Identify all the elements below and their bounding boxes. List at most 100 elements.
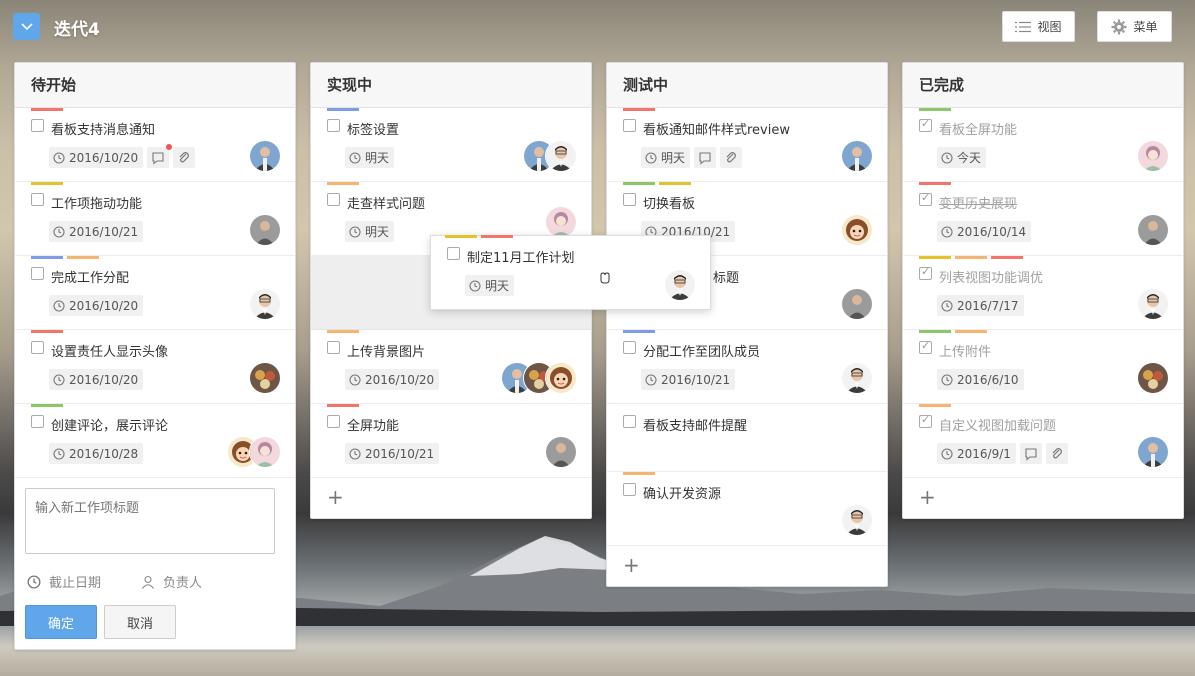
- card-checkbox[interactable]: [327, 341, 340, 354]
- avatar[interactable]: [664, 269, 696, 301]
- due-date-chip[interactable]: 明天: [641, 147, 691, 168]
- clock-icon: [349, 226, 361, 238]
- card[interactable]: 标签设置 明天: [311, 108, 591, 182]
- card[interactable]: 自定义视图加载问题 2016/9/1: [903, 404, 1183, 478]
- add-card-button[interactable]: +: [607, 546, 887, 586]
- avatar[interactable]: [545, 362, 577, 394]
- card-checkbox[interactable]: [327, 119, 340, 132]
- due-date-chip[interactable]: 2016/10/20: [49, 147, 144, 168]
- avatar[interactable]: [545, 140, 577, 172]
- due-date-chip[interactable]: 2016/10/28: [49, 443, 144, 464]
- attachment-chip[interactable]: [1045, 443, 1068, 464]
- card[interactable]: 变更历史展现 2016/10/14: [903, 182, 1183, 256]
- owner-picker[interactable]: 负责人: [141, 572, 202, 591]
- avatar[interactable]: [1137, 436, 1169, 468]
- card[interactable]: 创建评论，展示评论 2016/10/28: [15, 404, 295, 478]
- card-checkbox[interactable]: [623, 119, 636, 132]
- card[interactable]: 完成工作分配 2016/10/20: [15, 256, 295, 330]
- card[interactable]: 看板通知邮件样式review 明天: [607, 108, 887, 182]
- clock-icon: [469, 280, 481, 292]
- avatar[interactable]: [545, 206, 577, 238]
- card[interactable]: 分配工作至团队成员 2016/10/21: [607, 330, 887, 404]
- card-checkbox[interactable]: [327, 193, 340, 206]
- card[interactable]: 全屏功能 2016/10/21: [311, 404, 591, 478]
- card[interactable]: 设置责任人显示头像 2016/10/20: [15, 330, 295, 404]
- confirm-button[interactable]: 确定: [25, 605, 97, 639]
- card[interactable]: 上传附件 2016/6/10: [903, 330, 1183, 404]
- card[interactable]: 工作项拖动功能 2016/10/21: [15, 182, 295, 256]
- card-checkbox[interactable]: [31, 119, 44, 132]
- card-checkbox[interactable]: [919, 413, 932, 428]
- avatar[interactable]: [1137, 362, 1169, 394]
- card-checkbox[interactable]: [31, 341, 44, 354]
- due-date-chip[interactable]: 2016/9/1: [937, 443, 1016, 464]
- avatar[interactable]: [1137, 214, 1169, 246]
- card-checkbox[interactable]: [31, 267, 44, 280]
- card[interactable]: 上传背景图片 2016/10/20: [311, 330, 591, 404]
- clock-icon: [53, 300, 65, 312]
- card-checkbox[interactable]: [623, 415, 636, 428]
- card-checkbox[interactable]: [623, 193, 636, 206]
- comment-chip[interactable]: [1019, 443, 1042, 464]
- due-date-chip[interactable]: 2016/10/21: [641, 369, 736, 390]
- clock-icon: [941, 374, 953, 386]
- avatar[interactable]: [1137, 140, 1169, 172]
- dragging-card[interactable]: 制定11月工作计划 明天: [430, 235, 711, 310]
- due-date: 2016/10/20: [365, 372, 435, 387]
- avatar[interactable]: [841, 362, 873, 394]
- due-date-chip[interactable]: 今天: [937, 147, 987, 168]
- comment-chip[interactable]: [147, 144, 173, 168]
- avatar[interactable]: [249, 214, 281, 246]
- comment-chip[interactable]: [694, 147, 717, 168]
- due-date-chip[interactable]: 2016/10/14: [937, 221, 1032, 242]
- add-card-button[interactable]: +: [903, 478, 1183, 518]
- due-date-chip[interactable]: 明天: [465, 275, 515, 296]
- due-date-chip[interactable]: 2016/10/21: [345, 443, 440, 464]
- attachment-chip[interactable]: [173, 147, 196, 168]
- card[interactable]: 看板全屏功能 今天: [903, 108, 1183, 182]
- avatar[interactable]: [841, 504, 873, 536]
- card-checkbox[interactable]: [919, 191, 932, 206]
- cancel-button[interactable]: 取消: [104, 605, 176, 639]
- avatar[interactable]: [841, 288, 873, 320]
- due-date: 今天: [957, 151, 982, 165]
- card[interactable]: 看板支持邮件提醒: [607, 404, 887, 472]
- card-checkbox[interactable]: [447, 247, 460, 260]
- due-date-chip[interactable]: 2016/10/21: [49, 221, 144, 242]
- avatar[interactable]: [249, 140, 281, 172]
- due-date-chip[interactable]: 2016/6/10: [937, 369, 1024, 390]
- new-item-title-input[interactable]: [25, 488, 275, 554]
- card-checkbox[interactable]: [919, 339, 932, 354]
- menu-button[interactable]: 菜单: [1097, 11, 1172, 42]
- card-checkbox[interactable]: [31, 415, 44, 428]
- avatar[interactable]: [841, 140, 873, 172]
- add-card-button[interactable]: +: [311, 478, 591, 518]
- card[interactable]: 列表视图功能调优 2016/7/17: [903, 256, 1183, 330]
- card[interactable]: 确认开发资源: [607, 472, 887, 546]
- card-checkbox[interactable]: [327, 415, 340, 428]
- avatar[interactable]: [841, 214, 873, 246]
- due-date-chip[interactable]: 2016/10/20: [49, 369, 144, 390]
- view-button[interactable]: 视图: [1002, 11, 1075, 42]
- avatar[interactable]: [249, 362, 281, 394]
- due-date-chip[interactable]: 2016/10/20: [49, 295, 144, 316]
- board-switcher-button[interactable]: [13, 13, 40, 40]
- due-date-chip[interactable]: 明天: [345, 221, 395, 242]
- card-checkbox[interactable]: [623, 483, 636, 496]
- due-date-chip[interactable]: 2016/10/20: [345, 369, 440, 390]
- card-checkbox[interactable]: [623, 341, 636, 354]
- card[interactable]: 看板支持消息通知 2016/10/20: [15, 108, 295, 182]
- card-checkbox[interactable]: [31, 193, 44, 206]
- due-date-chip[interactable]: 2016/7/17: [937, 295, 1024, 316]
- due-date: 2016/7/17: [957, 298, 1019, 313]
- avatar[interactable]: [545, 436, 577, 468]
- due-date-picker[interactable]: 截止日期: [27, 572, 101, 591]
- due-date-chip[interactable]: 明天: [345, 147, 395, 168]
- avatar[interactable]: [249, 436, 281, 468]
- avatar[interactable]: [249, 288, 281, 320]
- card-checkbox[interactable]: [919, 117, 932, 132]
- avatar[interactable]: [1137, 288, 1169, 320]
- chevron-down-icon: [20, 22, 33, 30]
- attachment-chip[interactable]: [720, 147, 743, 168]
- card-checkbox[interactable]: [919, 265, 932, 280]
